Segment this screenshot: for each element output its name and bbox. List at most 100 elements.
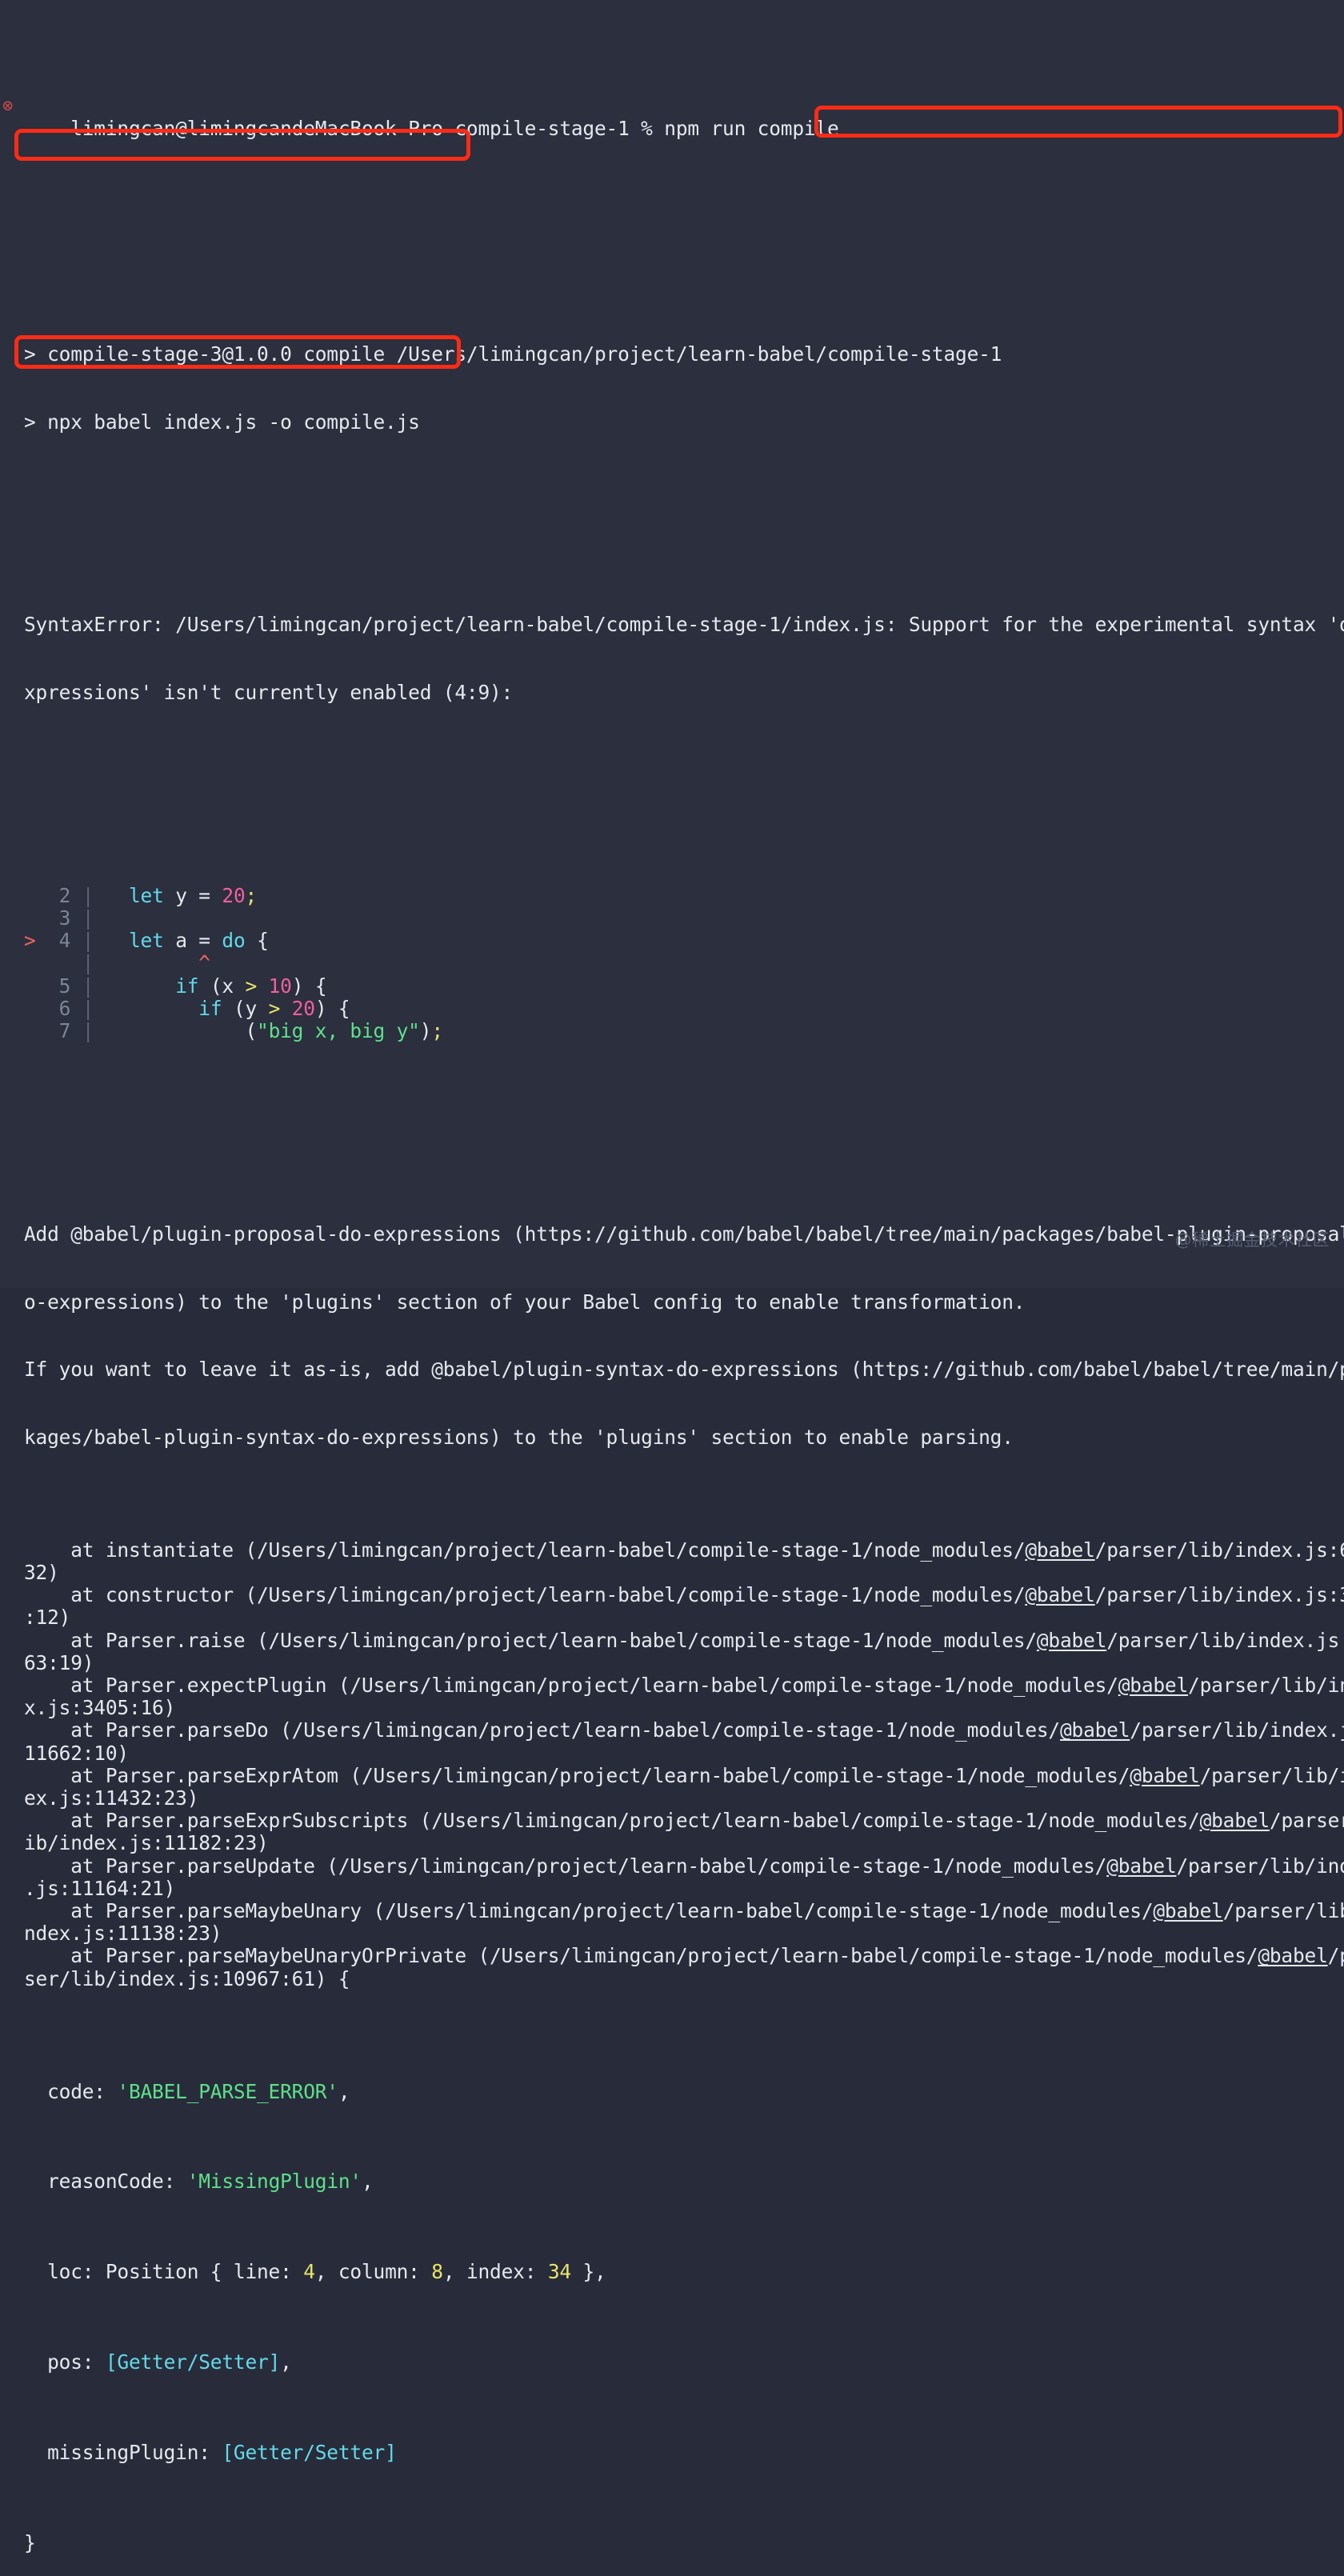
error-object-pos-comma: , bbox=[280, 2350, 292, 2374]
spacer bbox=[0, 772, 1344, 794]
stack-frame-path-wrap: 32) bbox=[24, 1561, 59, 1584]
stack-frame: at Parser.raise (/Users/limingcan/projec… bbox=[0, 1630, 1344, 1652]
code-token: (x bbox=[198, 974, 245, 998]
code-token: if bbox=[198, 997, 222, 1020]
error-object-pos-value: [Getter/Setter] bbox=[106, 2350, 280, 2374]
error-object-reason-comma: , bbox=[362, 2170, 374, 2193]
spacer bbox=[0, 230, 1344, 253]
stack-frame-wrap: ib/index.js:11182:23) bbox=[0, 1832, 1344, 1854]
code-frame-gutter-bar: | bbox=[82, 974, 106, 998]
stack-frame-path-post: /parser/lib/index.js:364 bbox=[1095, 1583, 1344, 1606]
code-frame-gutter-bar: | bbox=[82, 951, 106, 974]
stack-frame: at Parser.parseUpdate (/Users/limingcan/… bbox=[0, 1855, 1344, 1878]
hint-syntax-plugin-b: kages/babel-plugin-syntax-do-expressions… bbox=[24, 1426, 1014, 1449]
error-object-close-brace: } bbox=[24, 2531, 36, 2554]
error-object-missing-plugin: missingPlugin: [Getter/Setter] bbox=[0, 2442, 1344, 2464]
hint-line-1: Add @babel/plugin-proposal-do-expression… bbox=[0, 1223, 1344, 1246]
error-object-reason: reasonCode: 'MissingPlugin', bbox=[0, 2170, 1344, 2193]
stack-frame-path-pre: at constructor (/Users/limingcan/project… bbox=[24, 1583, 1025, 1606]
code-token: ; bbox=[246, 884, 258, 907]
stack-frame-path-post: /parser/lib/index.js: bbox=[1130, 1718, 1344, 1742]
stack-frame-module-link[interactable]: @babel bbox=[1153, 1899, 1222, 1922]
code-frame-marker bbox=[24, 884, 47, 907]
stack-frame-path-pre: at Parser.expectPlugin (/Users/limingcan… bbox=[24, 1674, 1118, 1697]
code-token: if bbox=[175, 974, 198, 998]
code-frame-line: 7 | ("big x, big y"); bbox=[0, 1020, 1344, 1042]
code-token: 20 bbox=[292, 997, 315, 1020]
code-frame-marker bbox=[24, 951, 47, 974]
stack-frame-wrap: x.js:3405:16) bbox=[0, 1697, 1344, 1719]
code-frame-line: 5 | if (x > 10) { bbox=[0, 975, 1344, 998]
stack-frame-module-link[interactable]: @babel bbox=[1025, 1583, 1094, 1606]
error-object-code-key: code: bbox=[24, 2080, 117, 2103]
stack-frame-wrap: ser/lib/index.js:10967:61) { bbox=[0, 1968, 1344, 1990]
stack-frame-wrap: 63:19) bbox=[0, 1652, 1344, 1674]
code-token: ) { bbox=[292, 974, 327, 998]
code-token: 10 bbox=[269, 974, 292, 998]
error-object-pos-key: pos: bbox=[24, 2350, 106, 2374]
error-object-reason-value: 'MissingPlugin' bbox=[187, 2170, 362, 2193]
code-frame-caret: ^ bbox=[198, 951, 210, 974]
stack-frame-path-post: /parser/lib/index.js:33 bbox=[1106, 1629, 1344, 1652]
stack-frame-path-post: /parser/lib/i bbox=[1223, 1899, 1344, 1922]
stack-frame-module-link[interactable]: @babel bbox=[1025, 1538, 1094, 1562]
error-object-reason-key: reasonCode: bbox=[24, 2170, 187, 2193]
code-token: ) { bbox=[315, 997, 350, 1020]
code-token bbox=[106, 974, 175, 998]
hint-plugin-name: Add @babel/plugin-proposal-do-expression… bbox=[24, 1222, 502, 1246]
code-token bbox=[106, 997, 198, 1020]
npm-script-text-2: > npx babel index.js -o compile.js bbox=[24, 410, 420, 434]
error-object-loc-index: 34 bbox=[548, 2260, 571, 2283]
error-object-missing-key: missingPlugin: bbox=[24, 2441, 222, 2464]
code-frame-line-number bbox=[47, 951, 82, 974]
stack-frame-module-link[interactable]: @babel bbox=[1060, 1718, 1130, 1742]
code-frame-line-number: 7 bbox=[47, 1019, 82, 1042]
stack-frame-module-link[interactable]: @babel bbox=[1037, 1629, 1106, 1652]
stack-frame-module-link[interactable]: @babel bbox=[1200, 1809, 1270, 1832]
prompt-text-first: limingcan@limingcandeMacBook-Pro compile… bbox=[70, 117, 838, 140]
code-token: ) bbox=[420, 1019, 432, 1042]
hint-plugin-url-b: o-expressions) to the 'plugins' section … bbox=[24, 1290, 1025, 1314]
stack-frame-module-link[interactable]: @babel bbox=[1118, 1674, 1188, 1697]
stack-frame-path-pre: at Parser.parseExprAtom (/Users/limingca… bbox=[24, 1764, 1130, 1787]
error-object-missing-value: [Getter/Setter] bbox=[222, 2441, 396, 2464]
stack-frame-path-wrap: :12) bbox=[24, 1606, 70, 1629]
code-frame-line-number: 6 bbox=[47, 997, 82, 1020]
stack-frame-path-wrap: ndex.js:11138:23) bbox=[24, 1922, 222, 1945]
code-frame-line-number: 3 bbox=[47, 906, 82, 930]
code-frame-line: 6 | if (y > 20) { bbox=[0, 998, 1344, 1020]
stack-frame-module-link[interactable]: @babel bbox=[1130, 1764, 1199, 1787]
stack-frame-path-wrap: x.js:3405:16) bbox=[24, 1696, 175, 1719]
stack-frame: at instantiate (/Users/limingcan/project… bbox=[0, 1539, 1344, 1562]
stack-frame-module-link[interactable]: @babel bbox=[1106, 1854, 1176, 1878]
code-frame-caret-pad bbox=[106, 951, 198, 974]
terminal-window[interactable]: ⊗ limingcan@limingcandeMacBook-Pro compil… bbox=[0, 0, 1344, 1288]
stack-frame-path-post: /parser/lib/ind bbox=[1200, 1764, 1344, 1787]
spacer bbox=[0, 501, 1344, 523]
code-token bbox=[257, 974, 269, 998]
stack-frame-path-post: /parser/lib/inde bbox=[1188, 1674, 1344, 1697]
spacer bbox=[0, 1110, 1344, 1133]
stack-frame-path-pre: at Parser.parseUpdate (/Users/limingcan/… bbox=[24, 1854, 1106, 1878]
stack-frame-wrap: .js:11164:21) bbox=[0, 1878, 1344, 1900]
stack-frame-module-link[interactable]: @babel bbox=[1258, 1944, 1327, 1967]
code-frame-line: | ^ bbox=[0, 952, 1344, 974]
code-token: (y bbox=[222, 997, 268, 1020]
stack-trace: at instantiate (/Users/limingcan/project… bbox=[0, 1539, 1344, 1990]
code-token: { bbox=[246, 929, 269, 952]
error-object-loc-column: 8 bbox=[431, 2260, 443, 2283]
stack-frame-path-wrap: ser/lib/index.js:10967:61) { bbox=[24, 1967, 350, 1990]
error-object-loc-key: loc: Position { line: bbox=[24, 2260, 303, 2283]
stack-frame-path-post: /par bbox=[1328, 1944, 1344, 1967]
code-token: let bbox=[129, 884, 164, 907]
code-token: = bbox=[198, 929, 210, 952]
syntax-error-heading-row-2: xpressions' isn't currently enabled (4:9… bbox=[0, 682, 1344, 704]
watermark: @稀土掘金技术社区 bbox=[1175, 1229, 1330, 1251]
code-token: let bbox=[129, 929, 164, 952]
code-frame-line: > 4 | let a = do { bbox=[0, 930, 1344, 952]
syntax-error-highlight-b: xpressions' isn't currently enabled (4:9… bbox=[24, 681, 513, 704]
stack-frame-path-pre: at Parser.parseMaybeUnaryOrPrivate (/Use… bbox=[24, 1944, 1258, 1967]
prompt-line-first: ⊗ limingcan@limingcandeMacBook-Pro compil… bbox=[0, 95, 1344, 163]
code-token bbox=[280, 997, 292, 1020]
error-status-icon: ⊗ bbox=[2, 95, 22, 118]
